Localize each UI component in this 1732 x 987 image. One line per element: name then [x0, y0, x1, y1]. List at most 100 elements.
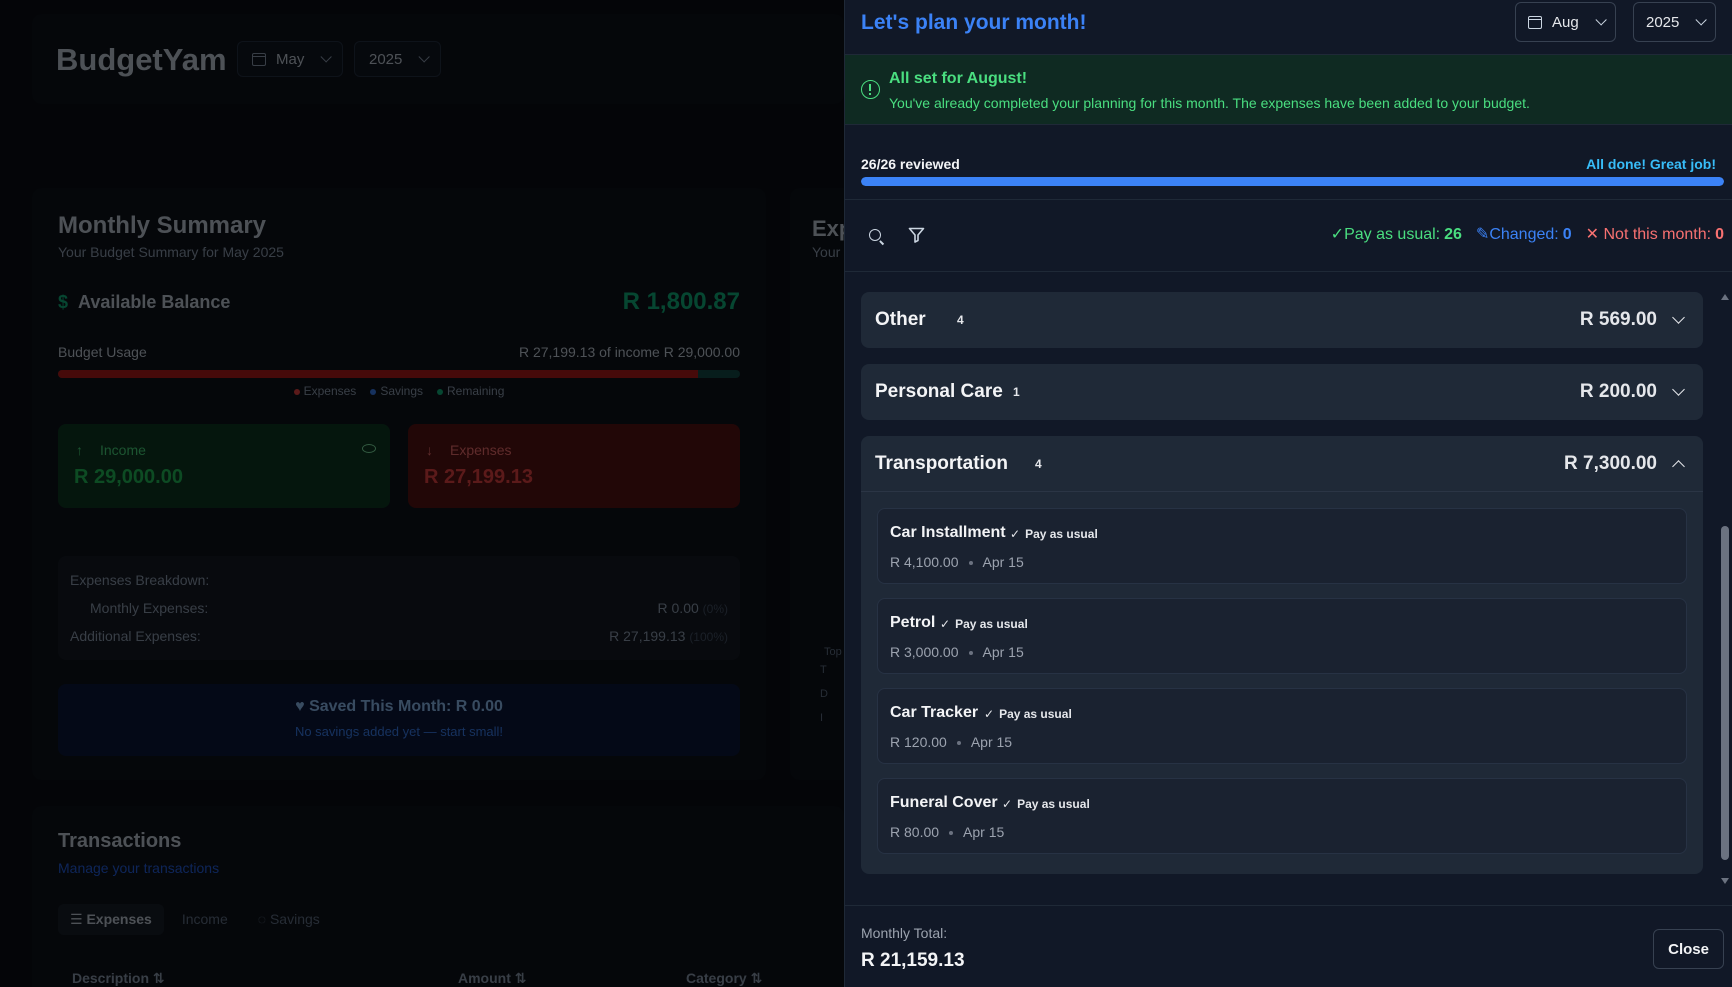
column-description[interactable]: Description ⇅: [72, 970, 165, 987]
item-name: Petrol: [890, 614, 936, 631]
status-badge: Pay as usual: [1010, 527, 1098, 541]
expenses-chart-card: Exp Your Top T D I: [790, 188, 844, 780]
category-other[interactable]: Other 4 R 569.00: [861, 292, 1703, 348]
dashboard-background: BudgetYam May 2025 Monthly Summary Your …: [0, 0, 844, 987]
list-item[interactable]: Petrol Pay as usual R 3,000.00 Apr 15: [877, 598, 1687, 674]
list-scrollbar[interactable]: [1720, 290, 1730, 888]
alert-title: All set for August!: [889, 70, 1028, 87]
search-icon[interactable]: [869, 229, 881, 241]
eye-icon[interactable]: [362, 444, 376, 453]
progress-bar-fill: [861, 177, 1724, 186]
category-transportation: Transportation 4 R 7,300.00 Car Installm…: [861, 436, 1703, 874]
drawer-year-value: 2025: [1646, 13, 1680, 31]
side-mini-3: I: [820, 712, 824, 724]
separator-dot: [949, 831, 954, 836]
column-amount[interactable]: Amount ⇅: [458, 970, 527, 987]
list-item[interactable]: Car Tracker Pay as usual R 120.00 Apr 15: [877, 688, 1687, 764]
category-count: 4: [1035, 457, 1042, 471]
year-select[interactable]: 2025: [354, 41, 442, 77]
count-pay-as-usual-label: Pay as usual:: [1344, 226, 1441, 243]
separator-dot: [968, 651, 973, 656]
tab-savings-label: Savings: [269, 911, 320, 927]
dollar-icon: $: [58, 292, 69, 312]
drawer-year-select[interactable]: 2025: [1633, 2, 1717, 42]
item-meta: R 4,100.00 Apr 15: [890, 554, 1024, 570]
chevron-down-icon: [1595, 14, 1607, 26]
income-tile[interactable]: ↑ Income R 29,000.00: [58, 424, 390, 508]
summary-title: Monthly Summary: [58, 212, 267, 239]
list-item[interactable]: Funeral Cover Pay as usual R 80.00 Apr 15: [877, 778, 1687, 854]
chevron-down-icon: [1695, 14, 1708, 26]
drawer-month-select[interactable]: Aug: [1515, 2, 1616, 42]
count-not-this-month[interactable]: ✕ Not this month: 0: [1586, 224, 1724, 244]
category-personal-care[interactable]: Personal Care 1 R 200.00: [861, 364, 1703, 420]
chevron-down-icon: [320, 51, 333, 63]
top-bar: BudgetYam May 2025: [32, 14, 844, 104]
summary-subtitle: Your Budget Summary for May 2025: [58, 244, 284, 260]
tab-savings[interactable]: ◌ Savings: [246, 904, 332, 935]
budget-usage-bar: [58, 370, 740, 378]
monthly-summary-card: Monthly Summary Your Budget Summary for …: [32, 188, 766, 780]
budget-usage-value: R 27,199.13 of income R 29,000.00: [518, 344, 740, 360]
status-badge: Pay as usual: [940, 617, 1028, 631]
scroll-up-arrow[interactable]: [1721, 294, 1729, 300]
completion-alert: All set for August! You've already compl…: [845, 55, 1732, 125]
drawer-month-value: Aug: [1552, 13, 1579, 31]
count-pay-as-usual[interactable]: ✓Pay as usual: 26: [1331, 224, 1462, 244]
list-item[interactable]: Car Installment Pay as usual R 4,100.00 A…: [877, 508, 1687, 584]
saved-this-month: ♥ Saved This Month: R 0.00 No savings ad…: [58, 684, 740, 756]
usage-legend: Expenses Savings Remaining: [32, 384, 766, 398]
check-icon: ✓: [1330, 226, 1345, 243]
count-changed[interactable]: ✎Changed: 0: [1476, 224, 1572, 244]
item-date: Apr 15: [970, 734, 1013, 750]
expenses-value: R 27,199.13: [424, 466, 533, 488]
calendar-icon: [252, 52, 266, 66]
transactions-title: Transactions: [58, 830, 182, 852]
tab-income[interactable]: Income: [170, 904, 240, 935]
expenses-tile[interactable]: ↓ Expenses R 27,199.13: [408, 424, 740, 508]
additional-expenses-value: R 27,199.13: [609, 628, 686, 644]
scroll-down-arrow[interactable]: [1721, 878, 1729, 884]
transactions-subtitle: Manage your transactions: [58, 860, 220, 876]
chevron-down-icon: [1672, 383, 1685, 396]
filter-icon[interactable]: [908, 227, 925, 248]
column-category[interactable]: Category ⇅: [686, 970, 762, 987]
progress-done-message: All done! Great job!: [1586, 156, 1716, 172]
close-button[interactable]: Close: [1653, 929, 1724, 969]
item-name: Funeral Cover: [890, 794, 998, 811]
saved-title: Saved This Month: R 0.00: [309, 698, 503, 715]
review-progress: 26/26 reviewed All done! Great job!: [845, 125, 1732, 200]
additional-expenses-label: Additional Expenses:: [70, 628, 201, 644]
chevron-down-icon: [418, 51, 431, 63]
expenses-label: Expenses: [450, 442, 512, 458]
side-card-subtitle: Your: [812, 244, 841, 260]
count-changed-value: 0: [1562, 226, 1572, 243]
month-select[interactable]: May: [237, 41, 344, 77]
available-balance-value: R 1,800.87: [622, 288, 740, 315]
category-header[interactable]: Transportation 4 R 7,300.00: [861, 436, 1703, 492]
monthly-total-value: R 21,159.13: [861, 950, 965, 971]
scrollbar-thumb[interactable]: [1721, 526, 1729, 860]
plan-month-drawer: Let's plan your month! Aug 2025 All set …: [844, 0, 1732, 987]
transactions-card: Transactions Manage your transactions ☰ …: [32, 806, 844, 987]
count-not-this-month-value: 0: [1715, 226, 1724, 243]
drawer-title: Let's plan your month!: [861, 11, 1087, 34]
edit-icon: ✎: [1475, 226, 1490, 243]
saved-subtitle: No savings added yet — start small!: [294, 724, 504, 739]
expenses-breakdown: Expenses Breakdown: Monthly Expenses: R …: [58, 556, 740, 660]
heart-icon: ♥: [295, 698, 305, 715]
tab-expenses[interactable]: ☰ Expenses: [58, 904, 164, 935]
budget-usage-fill: [58, 370, 698, 378]
piggy-bank-icon: ◌: [257, 911, 267, 927]
brand-logo: BudgetYam: [56, 42, 227, 77]
count-not-this-month-label: Not this month:: [1603, 226, 1712, 243]
item-amount: R 4,100.00: [890, 554, 959, 570]
category-name: Personal Care: [875, 381, 1003, 402]
additional-expenses-pct: (100%): [689, 630, 728, 644]
item-date: Apr 15: [963, 824, 1005, 840]
available-balance-label: $ Available Balance: [58, 292, 230, 313]
app-root: BudgetYam May 2025 Monthly Summary Your …: [0, 0, 1732, 987]
category-count: 1: [1013, 385, 1020, 399]
list-icon: ☰: [70, 911, 83, 927]
item-meta: R 120.00 Apr 15: [890, 734, 1012, 750]
